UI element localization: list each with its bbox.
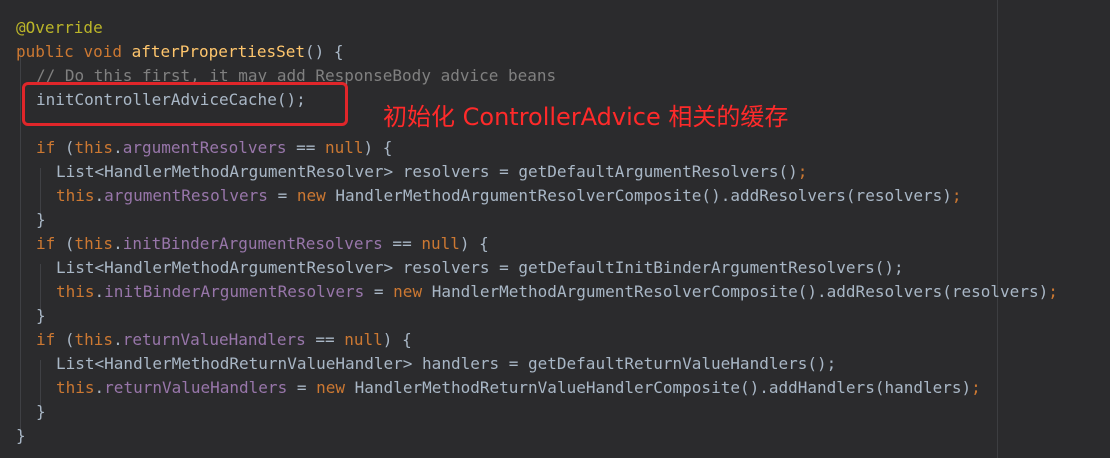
field-name: initBinderArgumentResolvers xyxy=(122,234,383,253)
code-token: . xyxy=(113,234,123,253)
code-token: HandlerMethodArgumentResolverComposite()… xyxy=(325,186,952,205)
code-token: ; xyxy=(1048,282,1058,301)
code-statement: List<HandlerMethodReturnValueHandler> ha… xyxy=(56,354,837,373)
code-line-17: } xyxy=(36,400,46,424)
code-token: . xyxy=(94,378,105,397)
keyword-this: this xyxy=(74,234,114,253)
code-line-11: List<HandlerMethodArgumentResolver> reso… xyxy=(56,256,904,280)
method-name: afterPropertiesSet xyxy=(131,42,305,61)
field-name: returnValueHandlers xyxy=(122,330,306,349)
code-line-13: } xyxy=(36,304,46,328)
field-name: initBinderArgumentResolvers xyxy=(104,282,365,301)
code-line-2: public void afterPropertiesSet() { xyxy=(16,40,344,64)
field-name: returnValueHandlers xyxy=(104,378,288,397)
code-line-14: if (this.returnValueHandlers == null) { xyxy=(36,328,412,352)
keyword-null: null xyxy=(344,330,383,349)
field-name: argumentResolvers xyxy=(122,138,287,157)
indent-guide xyxy=(20,48,21,432)
code-line-15: List<HandlerMethodReturnValueHandler> ha… xyxy=(56,352,836,376)
code-token: = xyxy=(287,378,317,397)
code-token: ; xyxy=(951,186,962,205)
keyword-if: if xyxy=(36,138,56,157)
annotation-label: 初始化 ControllerAdvice 相关的缓存 xyxy=(383,103,789,131)
code-line-7: List<HandlerMethodArgumentResolver> reso… xyxy=(56,162,808,181)
code-line-10: if (this.initBinderArgumentResolvers == … xyxy=(36,232,489,256)
code-token: HandlerMethodArgumentResolverComposite()… xyxy=(422,282,1049,301)
code-line-9: } xyxy=(36,208,46,232)
keyword-this: this xyxy=(74,138,114,157)
highlight-box xyxy=(22,82,348,126)
code-token: HandlerMethodReturnValueHandlerComposite… xyxy=(345,378,972,397)
method-signature-rest: () { xyxy=(305,42,344,61)
keyword-null: null xyxy=(421,234,460,253)
code-token: ( xyxy=(55,330,75,349)
code-token: ) { xyxy=(459,234,489,253)
closing-brace: } xyxy=(36,306,46,325)
code-token: = xyxy=(267,186,297,205)
code-statement: List<HandlerMethodArgumentResolver> reso… xyxy=(56,258,904,277)
code-token: == xyxy=(382,234,422,253)
keyword-if: if xyxy=(36,234,56,253)
keyword-null: null xyxy=(325,138,364,157)
keyword-if: if xyxy=(36,330,56,349)
keyword-this: this xyxy=(56,186,95,205)
code-token: ; xyxy=(971,378,981,397)
field-name: argumentResolvers xyxy=(104,186,268,205)
code-statement: List<HandlerMethodArgumentResolver> reso… xyxy=(56,162,798,181)
code-line-12: this.initBinderArgumentResolvers = new H… xyxy=(56,280,1058,304)
code-line-6: if (this.argumentResolvers == null) { xyxy=(36,136,392,160)
code-token: ) { xyxy=(363,138,393,157)
closing-brace: } xyxy=(16,426,26,445)
keyword-new: new xyxy=(316,378,346,397)
keyword-this: this xyxy=(74,330,114,349)
keyword-this: this xyxy=(56,282,95,301)
code-line-18: } xyxy=(16,424,26,448)
code-token: ) { xyxy=(382,330,412,349)
keyword-new: new xyxy=(296,186,326,205)
code-token: == xyxy=(286,138,325,157)
code-line-8: this.argumentResolvers = new HandlerMeth… xyxy=(56,184,962,208)
closing-brace: } xyxy=(36,210,46,229)
code-editor[interactable]: @Override public void afterPropertiesSet… xyxy=(0,0,1110,458)
right-margin-guide xyxy=(997,0,998,458)
code-token: == xyxy=(305,330,345,349)
override-annotation: @Override xyxy=(16,18,103,37)
code-token: . xyxy=(94,186,105,205)
closing-brace: } xyxy=(36,402,46,421)
keyword-new: new xyxy=(393,282,423,301)
code-line-16: this.returnValueHandlers = new HandlerMe… xyxy=(56,376,981,400)
code-line-1: @Override xyxy=(16,16,103,40)
code-token: . xyxy=(94,282,105,301)
keyword-this: this xyxy=(56,378,95,397)
keyword-public: public xyxy=(16,42,74,61)
code-token: . xyxy=(113,138,123,157)
keyword-void: void xyxy=(83,42,122,61)
code-token: . xyxy=(113,330,123,349)
code-token: ( xyxy=(55,138,75,157)
code-token: = xyxy=(364,282,394,301)
code-token: ( xyxy=(55,234,75,253)
